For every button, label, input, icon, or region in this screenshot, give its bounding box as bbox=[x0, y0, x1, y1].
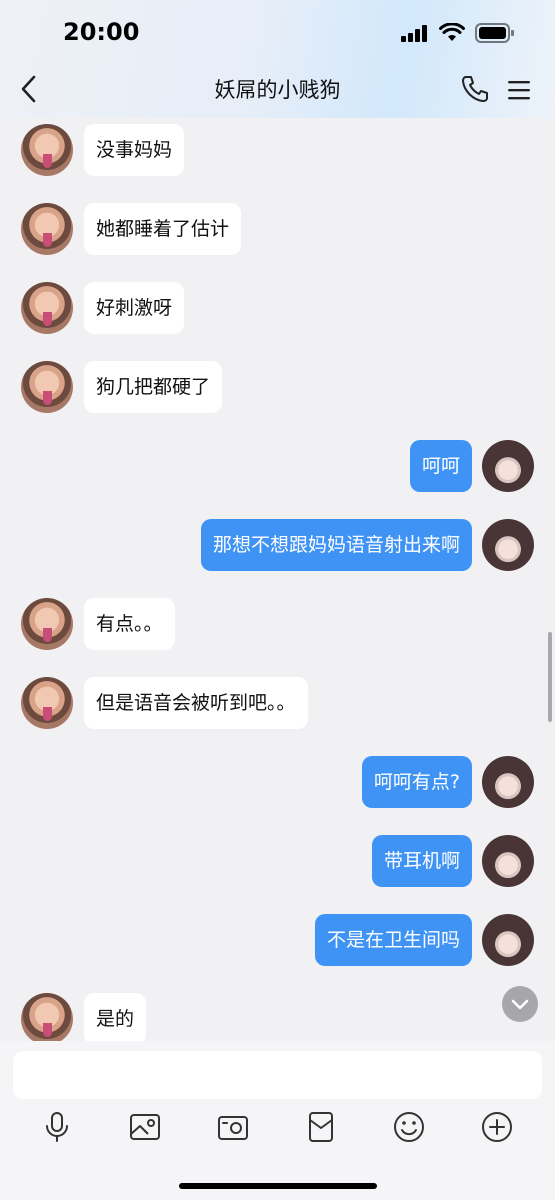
plus-icon[interactable] bbox=[480, 1110, 514, 1144]
scrollbar[interactable] bbox=[548, 632, 552, 722]
message-bubble[interactable]: 没事妈妈 bbox=[84, 124, 185, 176]
emoji-icon[interactable] bbox=[392, 1110, 426, 1144]
self-avatar[interactable] bbox=[482, 756, 534, 808]
message-row: 是的 bbox=[0, 993, 555, 1041]
chat-area[interactable]: 没事妈妈 她都睡着了估计 好刺激呀 狗几把都硬了 呵呵 那想不想跟妈妈语音射出来… bbox=[0, 118, 555, 1041]
message-bubble[interactable]: 是的 bbox=[84, 993, 147, 1041]
message-bubble[interactable]: 有点。。 bbox=[84, 598, 175, 650]
message-row: 有点。。 bbox=[0, 598, 555, 658]
contact-avatar[interactable] bbox=[21, 993, 73, 1041]
contact-avatar[interactable] bbox=[21, 361, 73, 413]
red-packet-icon[interactable] bbox=[304, 1110, 338, 1144]
phone-icon[interactable] bbox=[460, 74, 490, 104]
message-row: 呵呵有点? bbox=[0, 756, 555, 816]
status-icons bbox=[401, 22, 515, 44]
scroll-to-bottom-button[interactable] bbox=[502, 986, 538, 1022]
contact-avatar[interactable] bbox=[21, 203, 73, 255]
menu-icon[interactable] bbox=[506, 78, 532, 102]
self-avatar[interactable] bbox=[482, 914, 534, 966]
status-time: 20:00 bbox=[63, 18, 140, 46]
battery-icon bbox=[475, 23, 514, 43]
contact-avatar[interactable] bbox=[21, 282, 73, 334]
message-row: 但是语音会被听到吧。。 bbox=[0, 677, 555, 737]
mic-icon[interactable] bbox=[40, 1110, 74, 1144]
message-row: 不是在卫生间吗 bbox=[0, 914, 555, 974]
message-row: 没事妈妈 bbox=[0, 124, 555, 184]
camera-icon[interactable] bbox=[216, 1110, 250, 1144]
message-row: 呵呵 bbox=[0, 440, 555, 500]
message-row: 她都睡着了估计 bbox=[0, 203, 555, 263]
header: 20:00 妖屌的小贱狗 bbox=[0, 0, 555, 118]
message-bubble[interactable]: 呵呵有点? bbox=[361, 756, 472, 808]
self-avatar[interactable] bbox=[482, 440, 534, 492]
message-bubble[interactable]: 狗几把都硬了 bbox=[84, 361, 223, 413]
input-panel bbox=[0, 1041, 555, 1200]
message-row: 那想不想跟妈妈语音射出来啊 bbox=[0, 519, 555, 579]
signal-icon bbox=[401, 25, 427, 42]
self-avatar[interactable] bbox=[482, 835, 534, 887]
chevron-down-icon bbox=[511, 999, 529, 1010]
message-row: 好刺激呀 bbox=[0, 282, 555, 342]
message-bubble[interactable]: 她都睡着了估计 bbox=[84, 203, 242, 255]
self-avatar[interactable] bbox=[482, 519, 534, 571]
contact-avatar[interactable] bbox=[21, 598, 73, 650]
message-bubble[interactable]: 但是语音会被听到吧。。 bbox=[84, 677, 308, 729]
contact-avatar[interactable] bbox=[21, 124, 73, 176]
home-indicator[interactable] bbox=[179, 1183, 377, 1189]
message-bubble[interactable]: 那想不想跟妈妈语音射出来啊 bbox=[200, 519, 472, 571]
message-bubble[interactable]: 带耳机啊 bbox=[371, 835, 472, 887]
message-input[interactable] bbox=[13, 1051, 542, 1099]
message-bubble[interactable]: 不是在卫生间吗 bbox=[314, 914, 472, 966]
wifi-icon bbox=[439, 23, 465, 41]
message-bubble[interactable]: 好刺激呀 bbox=[84, 282, 185, 334]
contact-avatar[interactable] bbox=[21, 677, 73, 729]
image-icon[interactable] bbox=[128, 1110, 162, 1144]
message-row: 带耳机啊 bbox=[0, 835, 555, 895]
message-bubble[interactable]: 呵呵 bbox=[409, 440, 472, 492]
message-row: 狗几把都硬了 bbox=[0, 361, 555, 421]
